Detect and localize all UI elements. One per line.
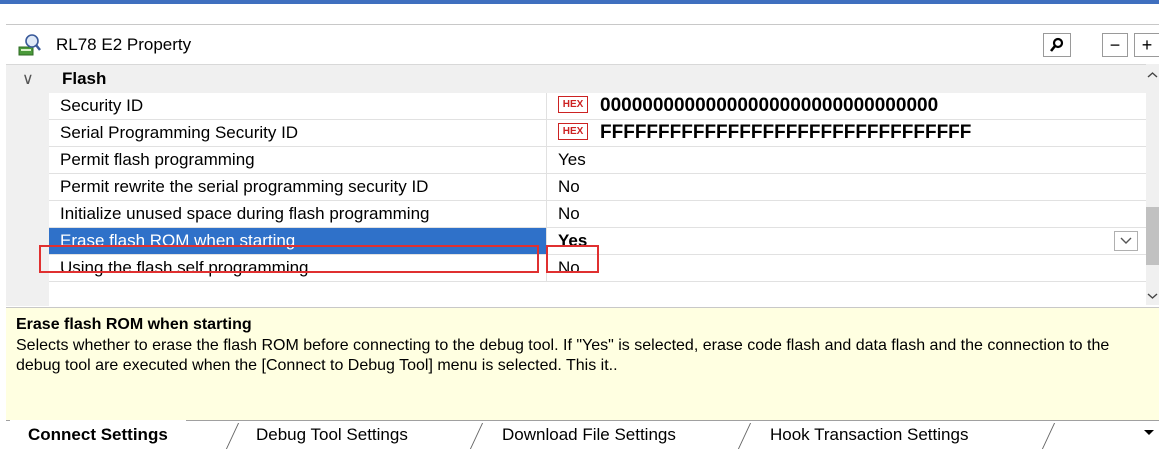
dropdown-button[interactable]: [1114, 231, 1138, 251]
property-icon: [18, 34, 41, 56]
title-bar: RL78 E2 Property − +: [6, 24, 1159, 65]
chevron-down-icon: [1120, 237, 1132, 244]
property-grid: ∨ Flash Security ID HEX 00000000000000000…: [6, 64, 1146, 306]
tab-separator: [232, 423, 234, 449]
tab-hook-transaction-settings[interactable]: Hook Transaction Settings: [752, 420, 986, 450]
scrollbar-thumb[interactable]: [1146, 207, 1159, 265]
property-value[interactable]: No: [547, 255, 1146, 281]
property-value[interactable]: Yes: [547, 147, 1146, 173]
tab-separator: [1048, 423, 1050, 449]
tab-debug-tool-settings[interactable]: Debug Tool Settings: [238, 420, 426, 450]
grid-gutter: [6, 93, 49, 306]
security-id-value: 00000000000000000000000000000000: [600, 95, 939, 116]
serial-security-id-value: FFFFFFFFFFFFFFFFFFFFFFFFFFFFFFFF: [600, 122, 972, 143]
property-name: Serial Programming Security ID: [49, 120, 547, 146]
tab-scroll-down-icon[interactable]: [1143, 427, 1155, 437]
collapse-button[interactable]: −: [1102, 33, 1128, 57]
category-row-flash[interactable]: ∨ Flash: [6, 65, 1146, 93]
expand-button[interactable]: +: [1134, 33, 1159, 57]
tab-separator: [744, 423, 746, 449]
property-row-serial-security-id[interactable]: Serial Programming Security ID HEX FFFFFF…: [49, 120, 1146, 147]
property-name: Permit rewrite the serial programming se…: [49, 174, 547, 200]
vertical-scrollbar[interactable]: [1146, 64, 1159, 305]
property-value[interactable]: HEX FFFFFFFFFFFFFFFFFFFFFFFFFFFFFFFF: [547, 120, 1146, 146]
property-value[interactable]: HEX 00000000000000000000000000000000: [547, 93, 1146, 119]
scroll-up-icon[interactable]: [1146, 70, 1159, 80]
category-label: Flash: [62, 69, 107, 88]
tab-separator: [476, 423, 478, 449]
description-panel: Erase flash ROM when starting Selects wh…: [6, 307, 1159, 420]
property-row-flash-self-programming[interactable]: Using the flash self programming No: [49, 255, 1146, 282]
property-name: Security ID: [49, 93, 547, 119]
property-name: Erase flash ROM when starting: [49, 228, 547, 254]
tab-download-file-settings[interactable]: Download File Settings: [484, 420, 694, 450]
chevron-down-icon[interactable]: ∨: [22, 69, 34, 89]
property-row-security-id[interactable]: Security ID HEX 0000000000000000000000000…: [49, 93, 1146, 120]
property-name: Using the flash self programming: [49, 255, 547, 281]
tab-connect-settings[interactable]: Connect Settings: [10, 420, 186, 450]
window-top-border: [0, 0, 1159, 4]
tab-bar: Connect Settings Debug Tool Settings Dow…: [6, 420, 1159, 450]
property-value[interactable]: No: [547, 174, 1146, 200]
property-value[interactable]: Yes: [547, 228, 1146, 254]
property-name: Permit flash programming: [49, 147, 547, 173]
description-title: Erase flash ROM when starting: [16, 316, 252, 333]
search-button[interactable]: [1043, 33, 1071, 57]
property-row-initialize-unused[interactable]: Initialize unused space during flash pro…: [49, 201, 1146, 228]
property-value[interactable]: No: [547, 201, 1146, 227]
window-title: RL78 E2 Property: [56, 35, 192, 54]
property-row-permit-rewrite[interactable]: Permit rewrite the serial programming se…: [49, 174, 1146, 201]
property-window: RL78 E2 Property − + ∨ Flash Security ID…: [0, 0, 1159, 450]
hex-badge-icon: HEX: [558, 96, 588, 114]
property-row-erase-flash-rom[interactable]: Erase flash ROM when starting Yes: [49, 228, 1146, 255]
property-name: Initialize unused space during flash pro…: [49, 201, 547, 227]
description-text: Selects whether to erase the flash ROM b…: [16, 337, 1110, 374]
search-icon: [1049, 37, 1064, 52]
hex-badge-icon: HEX: [558, 123, 588, 141]
scroll-down-icon[interactable]: [1146, 291, 1159, 301]
erase-flash-value: Yes: [558, 231, 588, 250]
property-row-permit-flash[interactable]: Permit flash programming Yes: [49, 147, 1146, 174]
